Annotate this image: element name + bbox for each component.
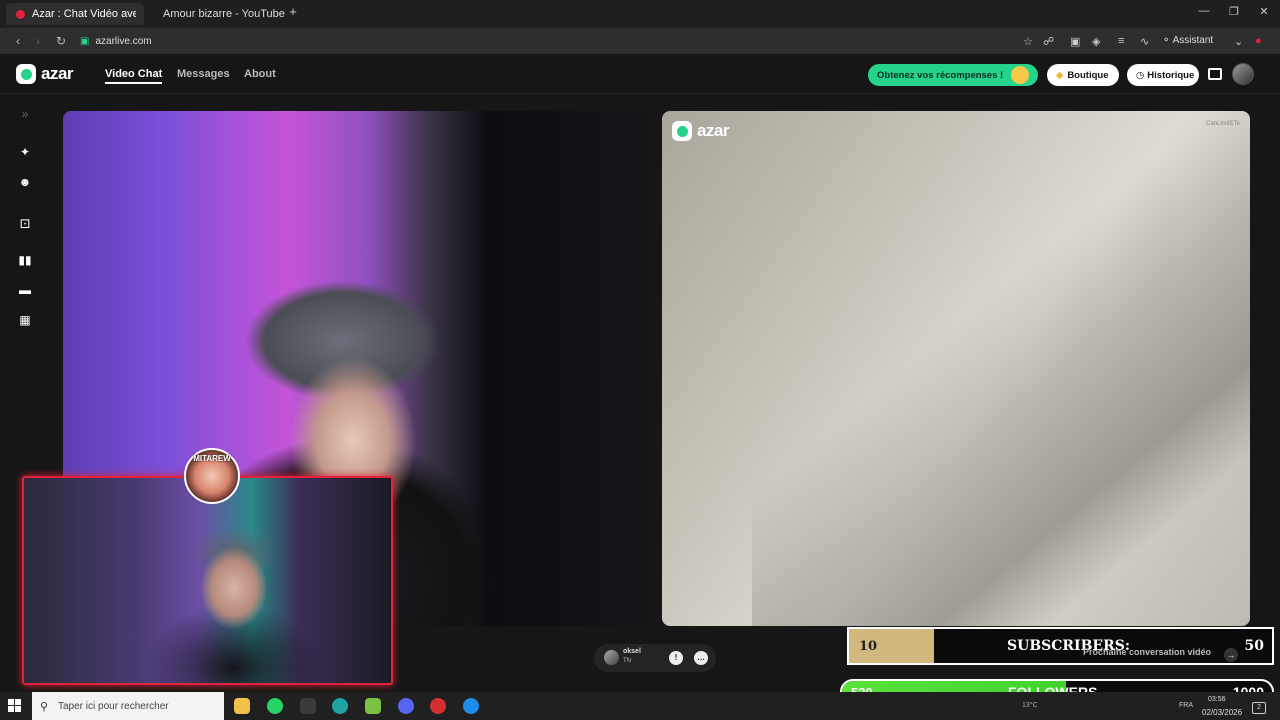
search-placeholder: Taper ici pour rechercher	[58, 700, 169, 712]
forward-icon[interactable]: ›	[36, 34, 40, 48]
subscribers-goal: 50	[1244, 638, 1264, 654]
profile-icon[interactable]: ●	[1255, 35, 1262, 47]
remote-video: azar CanLimitETe	[662, 111, 1250, 626]
history-label: Historique	[1147, 69, 1195, 81]
tab-azar[interactable]: Azar : Chat Vidéo avec de	[6, 3, 144, 25]
new-tab-button[interactable]: +	[283, 4, 303, 19]
taskbar-search-input[interactable]: ⚲ Taper ici pour rechercher	[32, 692, 224, 720]
chevron-down-icon[interactable]: ⌄	[1234, 35, 1243, 48]
browser-tab-bar: Azar : Chat Vidéo avec de Amour bizarre …	[0, 0, 1280, 28]
subscribers-goal-widget: 10 SUBSCRIBERS: Prochaine conversation v…	[847, 627, 1274, 665]
weather-label[interactable]: 13°C	[1022, 702, 1038, 709]
android-icon[interactable]	[365, 698, 381, 714]
chat-icon[interactable]: …	[694, 651, 708, 665]
next-conversation-label[interactable]: Prochaine conversation vidéo	[1083, 647, 1211, 657]
subscribers-current: 10	[859, 639, 878, 654]
partner-avatar[interactable]	[604, 650, 619, 665]
nav-video-chat[interactable]: Video Chat	[105, 68, 163, 84]
site-header: azar Video Chat Messages About Obtenez v…	[0, 54, 1280, 94]
expand-icon[interactable]: »	[18, 107, 32, 121]
azar-logo-icon	[672, 121, 692, 141]
diamond-icon: ◆	[1056, 69, 1064, 81]
assistant-button[interactable]: ⚬ Assistant	[1162, 35, 1213, 46]
avatar[interactable]	[1232, 63, 1254, 85]
close-window-icon[interactable]: ✕	[1254, 5, 1274, 18]
minimize-icon[interactable]: —	[1194, 5, 1214, 17]
nav-messages[interactable]: Messages	[177, 68, 230, 80]
face-filter-icon[interactable]: ☻	[18, 175, 32, 189]
search-icon: ⚲	[40, 701, 49, 713]
favorite-star-icon[interactable]: ☆	[1023, 35, 1033, 48]
edge-icon[interactable]	[463, 698, 479, 714]
site-info-icon[interactable]: ▣	[80, 36, 89, 47]
layout-grid-icon[interactable]: ▦	[18, 313, 32, 327]
logo-text: azar	[41, 64, 74, 83]
dice-icon[interactable]: ⚀	[18, 217, 32, 231]
layout-stack-icon[interactable]: ▬	[18, 283, 32, 297]
reload-icon[interactable]: ↻	[56, 34, 66, 48]
nav-about[interactable]: About	[244, 68, 276, 80]
azar-favicon-icon	[16, 9, 25, 19]
url-field[interactable]: ▣ azarlive.com	[80, 32, 152, 50]
language-indicator[interactable]: FRA	[1179, 702, 1193, 709]
partner-country: TN	[623, 658, 631, 664]
tab-title: Amour bizarre - YouTube	[163, 8, 285, 20]
report-shield-icon[interactable]: !	[669, 651, 683, 665]
waveform-icon[interactable]: ∿	[1140, 35, 1149, 48]
webcam-overlay	[22, 476, 393, 685]
back-icon[interactable]: ‹	[16, 34, 20, 48]
inbox-icon[interactable]	[1208, 68, 1222, 80]
file-explorer-icon[interactable]	[234, 698, 250, 714]
address-bar: ‹ › ↻ ▣ azarlive.com ☆ ☍ ▣ ◈ ≡ ∿ ⚬ Assis…	[0, 28, 1280, 54]
partner-name: oksel	[623, 648, 641, 655]
url-text: azarlive.com	[95, 35, 152, 47]
windows-start-icon[interactable]	[8, 699, 22, 713]
logo-text: azar	[697, 121, 730, 140]
badge-label: MITAREW	[193, 454, 231, 463]
azar-logo-icon	[16, 64, 36, 84]
app-icon[interactable]	[300, 698, 316, 714]
azar-logo[interactable]: azar	[16, 64, 74, 84]
clock-time[interactable]: 03:56	[1208, 696, 1226, 703]
remote-video-shading	[752, 111, 1250, 626]
rewards-button[interactable]: Obtenez vos récompenses !	[868, 64, 1038, 86]
rewards-label: Obtenez vos récompenses !	[877, 69, 1004, 81]
gift-icon	[1011, 66, 1029, 84]
restore-icon[interactable]: ❐	[1224, 5, 1244, 18]
notification-icon[interactable]: 2	[1252, 702, 1266, 714]
clock-icon: ◷	[1136, 69, 1145, 81]
watermark: CanLimitETe	[1205, 121, 1240, 127]
magic-wand-icon[interactable]: ✦	[18, 145, 32, 159]
tab-title: Azar : Chat Vidéo avec de	[32, 8, 136, 20]
link-icon[interactable]: ☍	[1043, 35, 1054, 48]
screenshot-icon[interactable]: ▣	[1070, 35, 1080, 48]
clock-date[interactable]: 02/03/2026	[1202, 708, 1242, 717]
shield-icon[interactable]: ◈	[1092, 35, 1100, 48]
shop-label: Boutique	[1067, 69, 1109, 81]
assistant-label: Assistant	[1172, 35, 1214, 46]
obs-icon[interactable]	[430, 698, 446, 714]
remote-azar-logo: azar	[672, 121, 730, 141]
shop-button[interactable]: ◆ Boutique	[1047, 64, 1119, 86]
layout-split-icon[interactable]: ▮▮	[18, 253, 32, 267]
tab-youtube[interactable]: Amour bizarre - YouTube	[146, 3, 285, 25]
browser-icon[interactable]	[332, 698, 348, 714]
partner-info: oksel TN ! …	[594, 644, 716, 672]
arrow-right-icon[interactable]: →	[1224, 648, 1238, 662]
history-button[interactable]: ◷ Historique	[1127, 64, 1199, 86]
whatsapp-icon[interactable]	[267, 698, 283, 714]
menu-lines-icon[interactable]: ≡	[1118, 35, 1124, 47]
discord-icon[interactable]	[398, 698, 414, 714]
windows-taskbar: ⚲ Taper ici pour rechercher	[0, 692, 1280, 720]
